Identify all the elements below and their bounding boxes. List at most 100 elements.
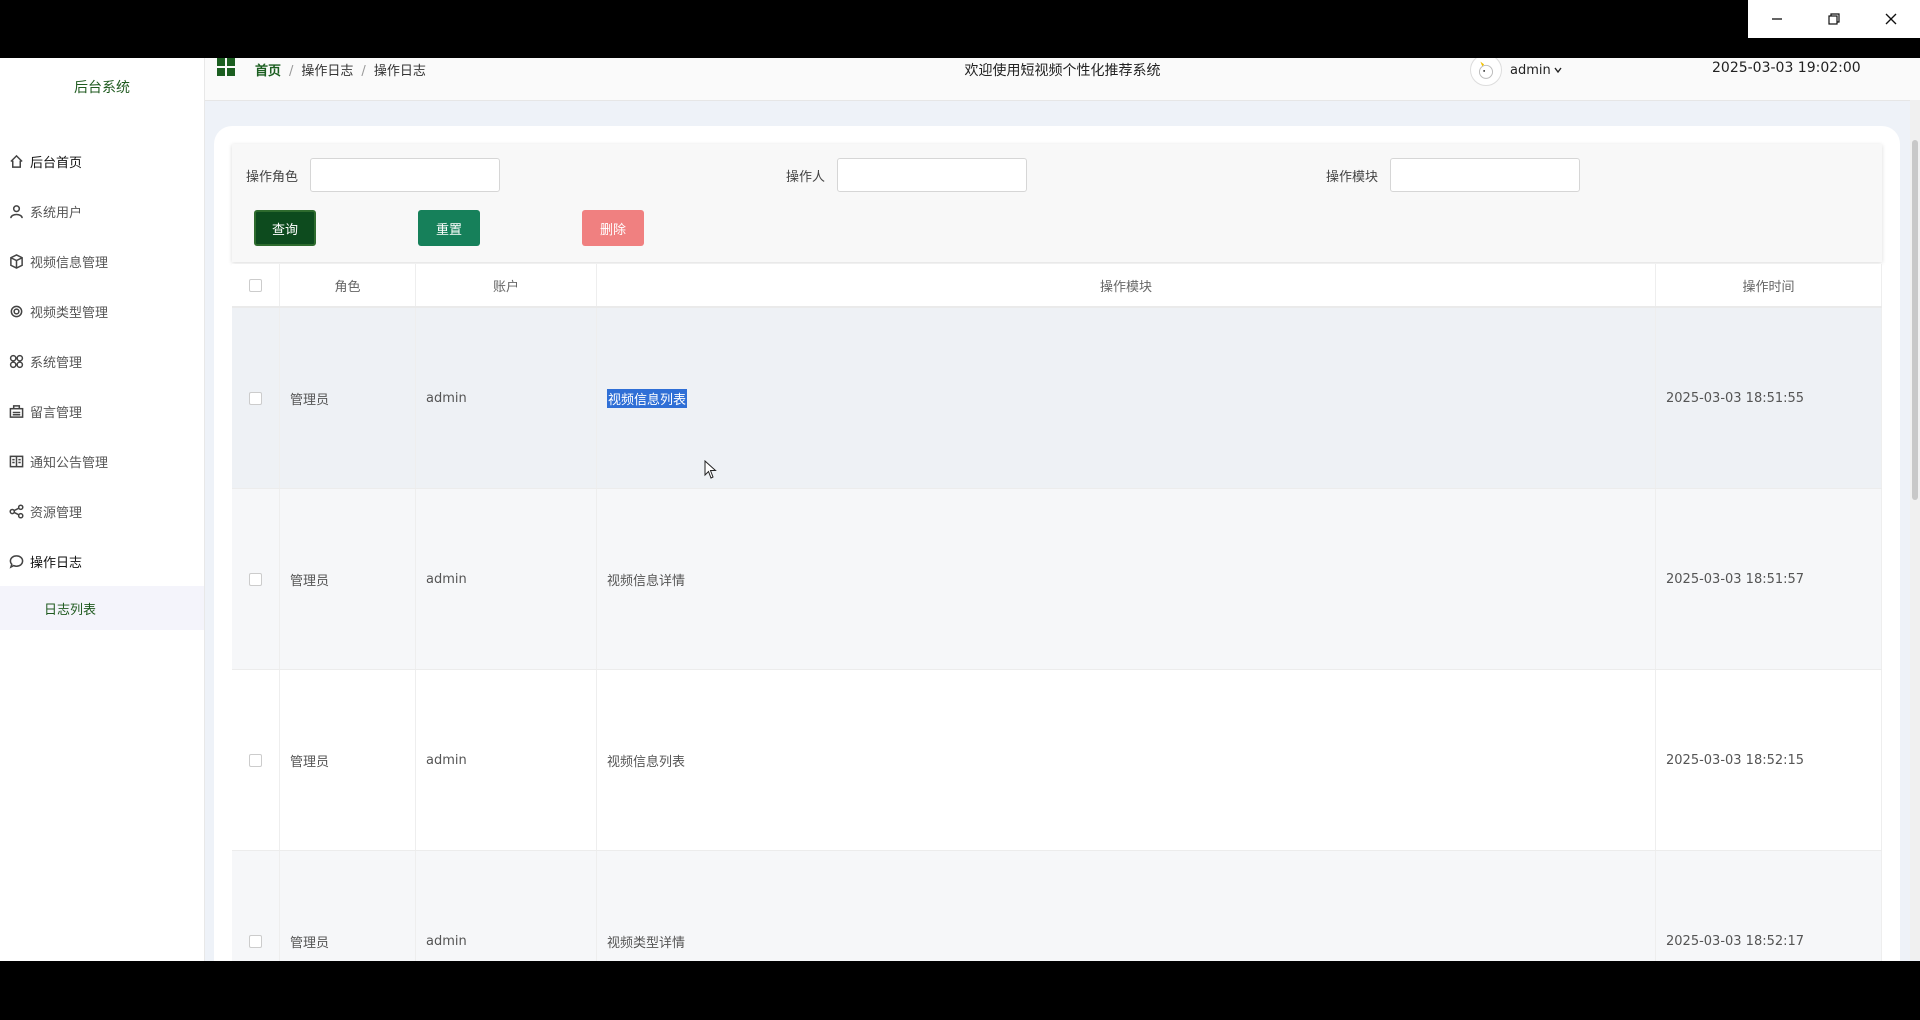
sidebar-item-messages[interactable]: 留言管理 [0,386,204,436]
sidebar-item-label: 视频信息管理 [30,255,109,271]
welcome-text: 欢迎使用短视频个性化推荐系统 [964,63,1161,79]
sidebar-item-video-type[interactable]: 视频类型管理 [0,286,204,336]
row-checkbox-cell [232,851,280,961]
query-button[interactable]: 查询 [254,210,316,246]
module-cell: 视频信息列表 [597,308,1656,488]
row-checkbox[interactable] [249,753,262,767]
close-icon [1885,13,1897,25]
cube-icon [8,253,24,269]
selected-text: 视频信息列表 [607,388,688,408]
window-controls [1748,0,1920,38]
table-row[interactable]: 管理员 admin 视频信息列表 2025-03-03 18:52:15 [232,670,1882,851]
sidebar-item-label: 通知公告管理 [30,455,109,471]
window-titlebar [0,0,1920,58]
column-header-role[interactable]: 角色 [280,264,416,306]
sidebar-item-label: 留言管理 [30,405,83,421]
minimize-icon [1771,18,1782,20]
breadcrumb-home[interactable]: 首页 [255,64,281,79]
time-cell: 2025-03-03 18:51:55 [1656,308,1882,488]
sidebar-item-label: 系统用户 [30,205,83,221]
role-cell: 管理员 [280,489,416,669]
role-label: 操作角色 [246,169,299,185]
module-cell: 视频信息详情 [597,489,1656,669]
apps-grid-icon[interactable] [217,58,237,78]
user-icon [8,203,24,219]
sidebar-item-notices[interactable]: 通知公告管理 [0,436,204,486]
sidebar-item-label: 系统管理 [30,355,83,371]
sidebar-menu: 后台首页 系统用户 视频信息管理 视频类型管理 系统管理 留言管理 通知公告管理… [0,136,204,586]
table-row[interactable]: 管理员 admin 视频信息详情 2025-03-03 18:51:57 [232,489,1882,670]
sidebar: 后台系统 后台首页 系统用户 视频信息管理 视频类型管理 系统管理 留言管理 通… [0,58,205,961]
select-all-checkbox[interactable] [249,278,262,292]
message-box-icon [8,403,24,419]
role-cell: 管理员 [280,308,416,488]
current-datetime: 2025-03-03 19:02:00 [1712,60,1861,76]
sidebar-item-label: 视频类型管理 [30,305,109,321]
avatar-image-icon [1479,61,1493,79]
sidebar-item-resources[interactable]: 资源管理 [0,486,204,536]
row-checkbox[interactable] [249,572,262,586]
time-cell: 2025-03-03 18:52:15 [1656,670,1882,850]
module-label: 操作模块 [1326,169,1379,185]
row-checkbox-cell [232,489,280,669]
log-table: 角色 账户 操作模块 操作时间 管理员 admin 视频信息列表 2025-03… [232,264,1882,961]
row-checkbox[interactable] [249,391,262,405]
account-cell: admin [416,670,597,850]
operator-input[interactable] [837,158,1028,192]
table-row[interactable]: 管理员 admin 视频信息列表 2025-03-03 18:51:55 [232,308,1882,489]
user-menu[interactable]: admin [1470,58,1563,86]
row-checkbox-cell [232,308,280,488]
sidebar-item-label: 后台首页 [30,155,83,171]
top-header: 首页 / 操作日志 / 操作日志 欢迎使用短视频个性化推荐系统 admin 2025-0… [205,58,1920,101]
sidebar-item-home[interactable]: 后台首页 [0,136,204,186]
avatar [1470,58,1502,86]
account-cell: admin [416,851,597,961]
sidebar-item-video-info[interactable]: 视频信息管理 [0,236,204,286]
table-header: 角色 账户 操作模块 操作时间 [232,264,1882,308]
breadcrumb-separator: / [361,64,366,79]
role-cell: 管理员 [280,851,416,961]
account-cell: admin [416,489,597,669]
mouse-cursor-icon [704,460,717,479]
column-header-module[interactable]: 操作模块 [597,264,1656,306]
scrollbar-thumb[interactable] [1912,140,1918,500]
row-checkbox-cell [232,670,280,850]
gear-icon [8,303,24,319]
sidebar-item-system-manage[interactable]: 系统管理 [0,336,204,386]
sidebar-item-system-users[interactable]: 系统用户 [0,186,204,236]
chat-icon [8,553,24,569]
account-cell: admin [416,308,597,488]
brand-title: 后台系统 [74,80,130,96]
sidebar-item-operation-log[interactable]: 操作日志 [0,536,204,586]
sidebar-subitem-log-list[interactable]: 日志列表 [0,586,204,630]
sidebar-submenu: 日志列表 [0,586,204,630]
operator-label: 操作人 [786,169,826,185]
app-viewport: 后台系统 后台首页 系统用户 视频信息管理 视频类型管理 系统管理 留言管理 通… [0,58,1920,961]
role-input[interactable] [310,158,501,192]
breadcrumb-separator: / [289,64,294,79]
time-cell: 2025-03-03 18:51:57 [1656,489,1882,669]
table-row[interactable]: 管理员 admin 视频类型详情 2025-03-03 18:52:17 [232,851,1882,961]
breadcrumb-item[interactable]: 操作日志 [301,64,353,79]
share-icon [8,503,24,519]
sidebar-item-label: 资源管理 [30,505,83,521]
time-cell: 2025-03-03 18:52:17 [1656,851,1882,961]
breadcrumb-current: 操作日志 [373,64,426,79]
minimize-button[interactable] [1748,0,1805,38]
restore-button[interactable] [1805,0,1862,38]
row-checkbox[interactable] [249,934,262,948]
restore-icon [1828,13,1840,25]
grid-icon [8,353,24,369]
column-header-account[interactable]: 账户 [416,264,597,306]
page-scrollbar[interactable] [1910,100,1920,960]
delete-button[interactable]: 删除 [582,210,644,246]
module-input[interactable] [1390,158,1581,192]
search-form: 操作角色 操作人 操作模块 查询 重置 删除 [232,144,1882,262]
reset-button[interactable]: 重置 [418,210,480,246]
module-cell: 视频类型详情 [597,851,1656,961]
book-icon [8,453,24,469]
operator-field: 操作人 [786,158,1028,192]
close-button[interactable] [1863,0,1920,38]
role-field: 操作角色 [246,158,501,192]
column-header-time[interactable]: 操作时间 [1656,264,1882,306]
